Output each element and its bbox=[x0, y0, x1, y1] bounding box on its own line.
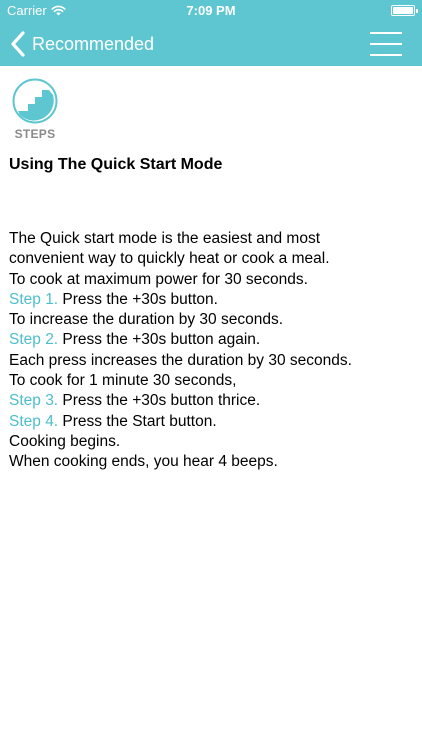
step-line: Step 2. Press the +30s button again. bbox=[9, 330, 414, 350]
top-bar: Carrier 7:09 PM Recommended bbox=[0, 0, 422, 66]
step-line: Step 1. Press the +30s button. bbox=[9, 290, 414, 310]
step-text: Press the Start button. bbox=[58, 412, 217, 430]
status-time: 7:09 PM bbox=[186, 3, 236, 18]
instruction-line: To increase the duration by 30 seconds. bbox=[9, 311, 284, 329]
step-text: Press the +30s button thrice. bbox=[58, 392, 261, 410]
step-label: Step 3. bbox=[9, 392, 59, 410]
chevron-left-icon bbox=[11, 31, 25, 57]
step-line: Step 4. Press the Start button. bbox=[9, 412, 414, 432]
instruction-line: Each press increases the duration by 30 … bbox=[9, 351, 352, 369]
step-label: Step 2. bbox=[9, 331, 59, 349]
app-screen: Carrier 7:09 PM Recommended STEPS Using … bbox=[0, 0, 422, 750]
steps-logo-caption: STEPS bbox=[14, 127, 56, 141]
step-label: Step 4. bbox=[9, 412, 59, 430]
page-title: Using The Quick Start Mode bbox=[9, 156, 223, 173]
instruction-line: To cook for 1 minute 30 seconds, bbox=[9, 372, 237, 390]
step-text: Press the +30s button. bbox=[58, 290, 218, 308]
instruction-line: Cooking begins. bbox=[9, 432, 121, 450]
navigation-bar: Recommended bbox=[0, 22, 422, 66]
step-text: Press the +30s button again. bbox=[58, 331, 261, 349]
hamburger-menu-icon[interactable] bbox=[370, 32, 402, 56]
battery-icon bbox=[391, 5, 418, 16]
intro-line: convenient way to quickly heat or cook a… bbox=[9, 250, 330, 268]
instruction-line: To cook at maximum power for 30 seconds. bbox=[9, 270, 308, 288]
article-body: The Quick start mode is the easiest and … bbox=[9, 229, 414, 473]
step-label: Step 1. bbox=[9, 290, 59, 308]
instruction-line: When cooking ends, you hear 4 beeps. bbox=[9, 453, 278, 471]
step-line: Step 3. Press the +30s button thrice. bbox=[9, 391, 414, 411]
status-bar: Carrier 7:09 PM bbox=[0, 0, 422, 22]
back-button-label: Recommended bbox=[32, 33, 155, 54]
back-button[interactable]: Recommended bbox=[8, 22, 154, 66]
intro-line: The Quick start mode is the easiest and … bbox=[9, 230, 320, 247]
steps-icon bbox=[12, 78, 58, 124]
steps-logo: STEPS bbox=[12, 78, 58, 141]
